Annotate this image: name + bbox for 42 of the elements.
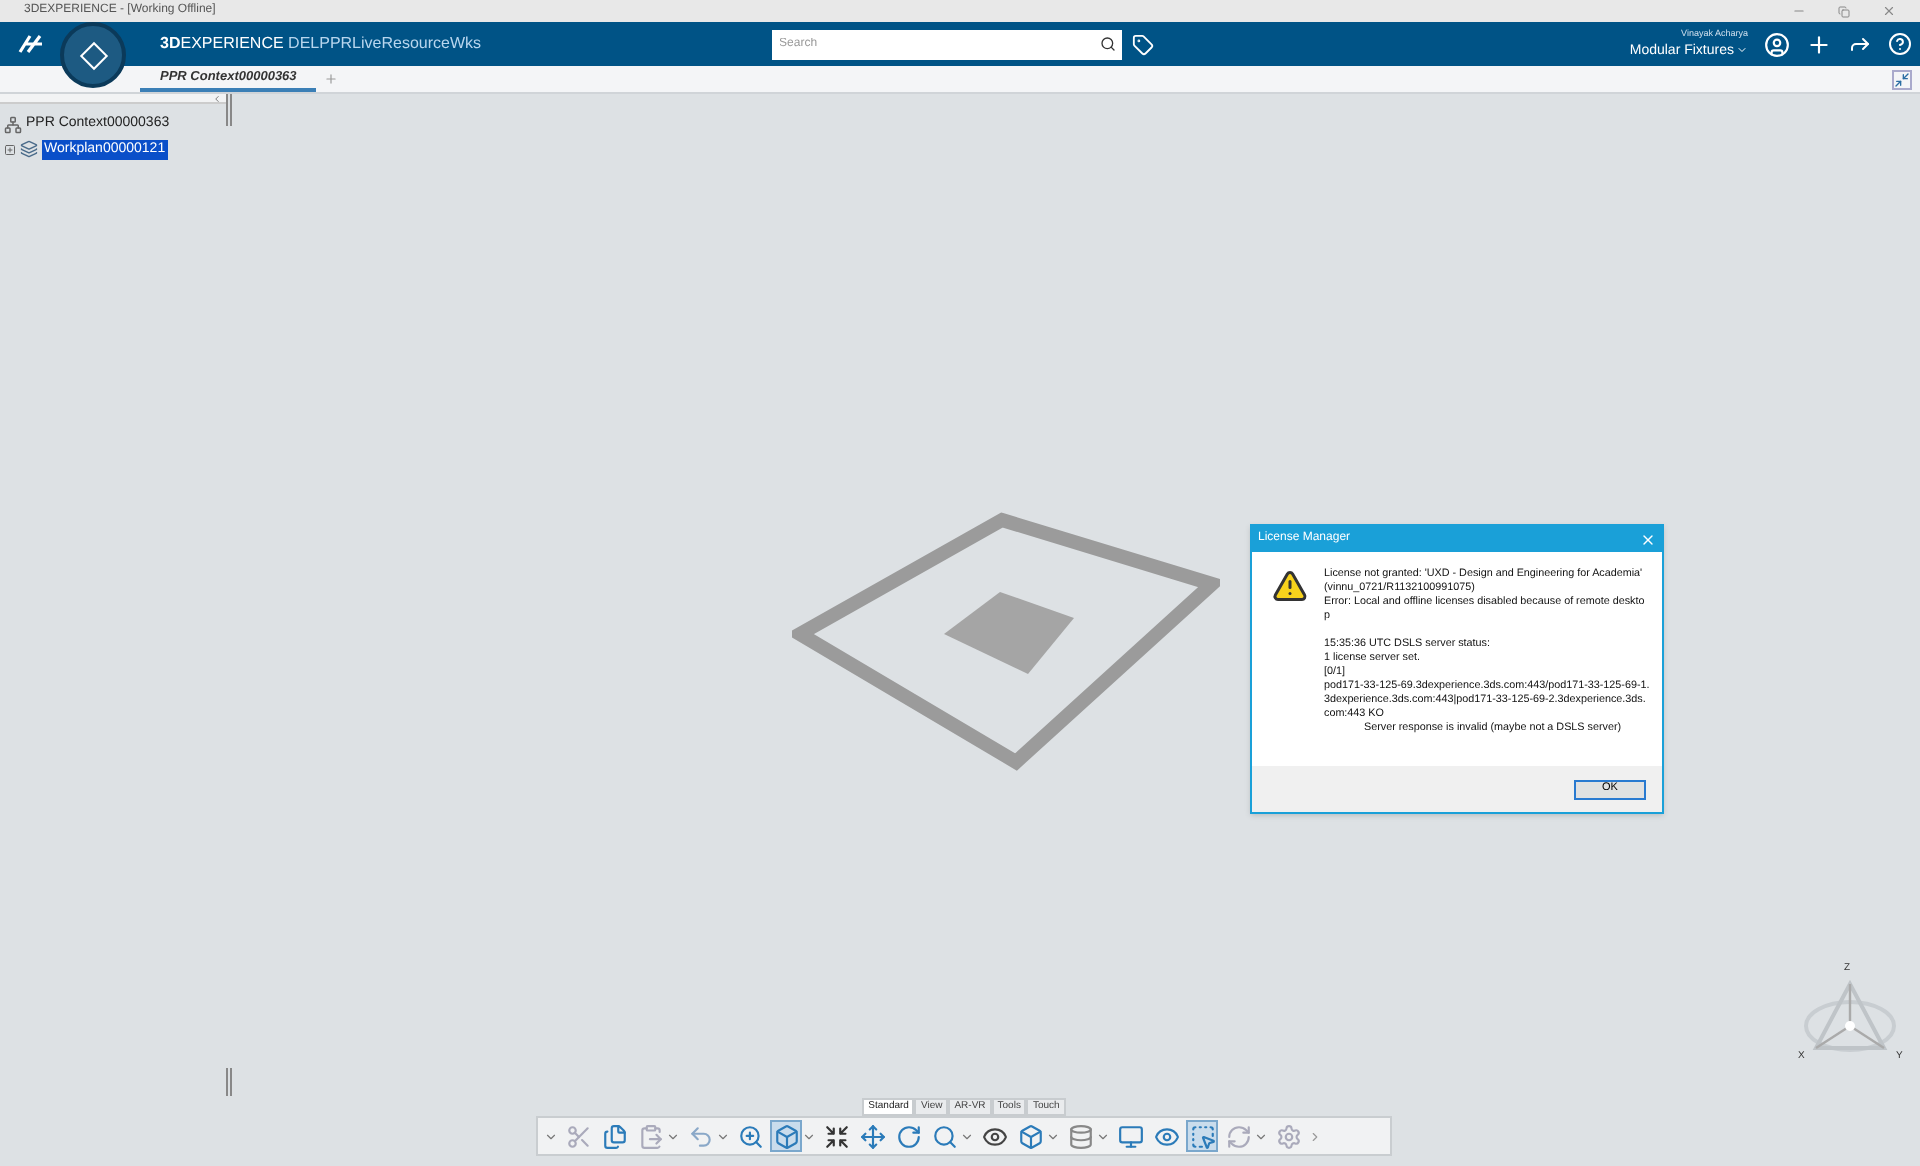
caret-icon[interactable] xyxy=(544,1129,558,1143)
help-icon[interactable] xyxy=(1888,32,1912,56)
monitor-icon[interactable] xyxy=(1114,1120,1146,1152)
caret-icon[interactable] xyxy=(802,1129,816,1143)
copy-icon[interactable] xyxy=(598,1120,630,1152)
close-icon[interactable] xyxy=(1882,4,1896,18)
caret-icon[interactable] xyxy=(1046,1129,1060,1143)
logo-icon xyxy=(16,32,48,56)
more-icon[interactable] xyxy=(1308,1129,1322,1143)
caret-icon[interactable] xyxy=(1254,1129,1268,1143)
compass-button[interactable] xyxy=(60,22,126,88)
refresh-icon[interactable] xyxy=(1222,1120,1254,1152)
select-icon[interactable] xyxy=(1186,1120,1218,1152)
magnifier-icon[interactable] xyxy=(928,1120,960,1152)
add-icon[interactable] xyxy=(1806,31,1832,57)
tag-icon[interactable] xyxy=(1131,33,1154,55)
settings-icon[interactable] xyxy=(1272,1120,1304,1152)
context-icon xyxy=(4,115,22,134)
collapse-icon[interactable] xyxy=(1892,70,1912,90)
workplan-icon xyxy=(20,140,38,159)
collapse-panel-icon[interactable] xyxy=(212,94,222,104)
database-icon[interactable] xyxy=(1064,1120,1096,1152)
caret-icon[interactable] xyxy=(1736,44,1748,57)
cut-icon[interactable] xyxy=(562,1120,594,1152)
app-title: 3DEXPERIENCE DELPPRLiveResourceWks xyxy=(160,32,482,56)
user-icon[interactable] xyxy=(1764,31,1790,57)
warning-icon xyxy=(1272,568,1308,604)
share-icon[interactable] xyxy=(1848,32,1872,56)
panel-splitter[interactable] xyxy=(226,94,232,126)
cube-icon[interactable] xyxy=(770,1120,802,1152)
fit-all-icon[interactable] xyxy=(820,1120,852,1152)
rotate-icon[interactable] xyxy=(892,1120,924,1152)
panel-splitter[interactable] xyxy=(226,1068,232,1096)
pan-icon[interactable] xyxy=(856,1120,888,1152)
caret-icon[interactable] xyxy=(1096,1129,1110,1143)
caret-icon[interactable] xyxy=(716,1129,730,1143)
caret-icon[interactable] xyxy=(666,1129,680,1143)
expand-icon[interactable] xyxy=(4,143,16,156)
caret-icon[interactable] xyxy=(960,1129,974,1143)
zoom-icon[interactable] xyxy=(734,1120,766,1152)
restore-icon[interactable] xyxy=(1838,5,1850,17)
view-cube-icon[interactable] xyxy=(1014,1120,1046,1152)
